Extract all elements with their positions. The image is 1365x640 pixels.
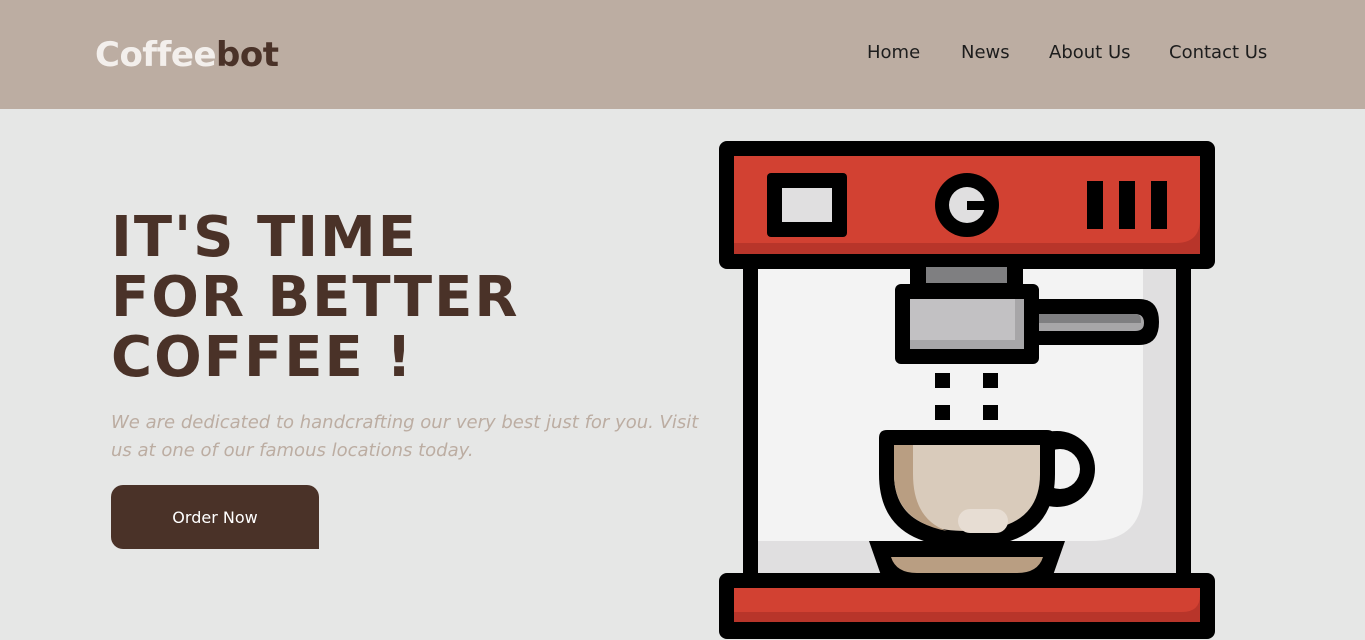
order-now-button[interactable]: Order Now [111, 485, 319, 549]
nav-link-news[interactable]: News [961, 41, 1010, 65]
hero-headline-line: IT'S TIME [111, 205, 419, 270]
hero-headline-line: FOR BETTER [111, 265, 520, 330]
hero-headline: IT'S TIME FOR BETTER COFFEE ! [111, 208, 519, 388]
site-header: Coffeebot Home News About Us Contact Us [0, 0, 1365, 109]
brand-logo-part1: Coffee [95, 35, 217, 75]
hero-headline-line: COFFEE ! [111, 325, 414, 390]
nav-link-contact-us[interactable]: Contact Us [1169, 41, 1267, 65]
hero-description: We are dedicated to handcrafting our ver… [111, 412, 699, 461]
nav-link-about-us[interactable]: About Us [1049, 41, 1131, 65]
espresso-machine-icon [717, 139, 1217, 639]
brand-logo-part2: bot [216, 35, 279, 75]
nav-link-home[interactable]: Home [867, 41, 920, 65]
brand-logo[interactable]: Coffeebot [95, 34, 279, 76]
